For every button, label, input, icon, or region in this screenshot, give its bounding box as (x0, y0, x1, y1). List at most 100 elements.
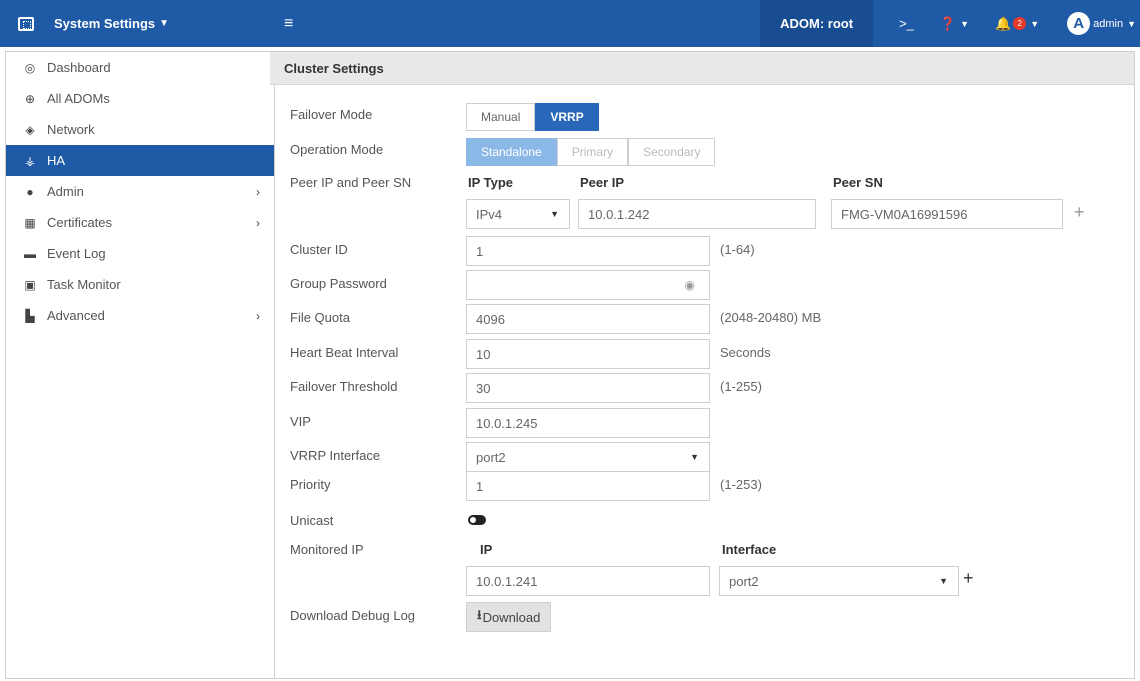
eye-icon[interactable]: ◉ (685, 278, 695, 292)
user-name: admin (1093, 17, 1124, 30)
priority-label: Priority (290, 477, 331, 492)
sidebar-item-certificates[interactable]: ▦ Certificates › (6, 207, 274, 238)
sidebar-item-advanced[interactable]: ▙ Advanced › (6, 300, 274, 331)
ip-type-select[interactable]: IPv4 ▼ (466, 199, 570, 229)
file-quota-label: File Quota (290, 310, 350, 325)
priority-hint: (1-253) (720, 477, 762, 492)
sidebar-item-all-adoms[interactable]: ⊕ All ADOMs (6, 83, 274, 114)
chevron-down-icon: ▼ (960, 18, 969, 29)
advanced-icon: ▙ (25, 308, 35, 323)
chevron-down-icon: ▼ (1030, 18, 1040, 29)
vip-label: VIP (290, 414, 311, 429)
chevron-down-icon: ▼ (939, 576, 948, 586)
sidebar-item-dashboard[interactable]: ◎ Dashboard (6, 52, 274, 83)
heartbeat-label: Heart Beat Interval (290, 345, 399, 360)
peer-sn-header: Peer SN (833, 175, 883, 190)
failover-mode-vrrp[interactable]: VRRP (535, 103, 599, 131)
chevron-down-icon: ▼ (550, 209, 559, 219)
chevron-down-icon: ▼ (690, 452, 699, 462)
hamburger-menu-icon[interactable]: ≡ (284, 15, 293, 33)
monitored-interface-select[interactable]: port2 ▼ (719, 566, 959, 596)
user-icon: ● (26, 184, 34, 199)
vip-input[interactable]: 10.0.1.245 (466, 408, 710, 438)
panel-title: Cluster Settings (270, 52, 1134, 85)
operation-mode-label: Operation Mode (290, 142, 384, 157)
operation-mode-toggle: Standalone Primary Secondary (466, 138, 716, 166)
peer-ip-input[interactable]: 10.0.1.242 (578, 199, 816, 229)
priority-input[interactable]: 1 (466, 471, 710, 501)
sidebar-item-label: Advanced (47, 308, 105, 323)
failover-mode-toggle: Manual VRRP (466, 103, 599, 131)
debug-log-label: Download Debug Log (290, 608, 416, 623)
app-menu[interactable]: System Settings ▼ (0, 0, 270, 47)
download-button-label: Download (482, 609, 541, 625)
avatar: A (1067, 12, 1091, 35)
terminal-icon: >_ (899, 16, 914, 31)
peer-label: Peer IP and Peer SN (290, 175, 412, 190)
cluster-id-hint: (1-64) (720, 242, 755, 257)
sidebar: ◎ Dashboard ⊕ All ADOMs ◈ Network ⚶ HA ●… (5, 51, 275, 679)
certificate-icon: ▦ (24, 215, 36, 230)
sidebar-item-admin[interactable]: ● Admin › (6, 176, 274, 207)
monitored-ip-header: IP (480, 542, 493, 557)
chevron-right-icon: › (256, 308, 260, 323)
sidebar-item-event-log[interactable]: ▬ Event Log (6, 238, 274, 269)
failover-mode-label: Failover Mode (290, 107, 373, 122)
failover-mode-manual[interactable]: Manual (466, 103, 536, 131)
help-icon: ❓ (939, 15, 957, 31)
ip-type-header: IP Type (468, 175, 514, 190)
download-icon: ⭳ (477, 607, 482, 622)
sidebar-item-label: Admin (47, 184, 84, 199)
file-quota-hint: (2048-20480) MB (720, 310, 822, 325)
network-icon: ◈ (25, 122, 35, 137)
help-button[interactable]: ❓ ▼ (940, 16, 969, 32)
group-password-input[interactable]: ◉ (466, 270, 710, 300)
monitored-ip-input[interactable]: 10.0.1.241 (466, 566, 710, 596)
cli-console-button[interactable]: >_ (899, 16, 914, 31)
monitor-icon: ▣ (24, 277, 36, 292)
unicast-toggle[interactable] (468, 515, 486, 525)
sidebar-item-task-monitor[interactable]: ▣ Task Monitor (6, 269, 274, 300)
chevron-right-icon: › (256, 215, 260, 230)
sidebar-item-label: Certificates (47, 215, 113, 230)
sidebar-item-label: HA (47, 153, 66, 168)
unicast-label: Unicast (290, 513, 334, 528)
chevron-right-icon: › (256, 184, 260, 199)
operation-mode-primary[interactable]: Primary (556, 138, 629, 166)
failover-threshold-input[interactable]: 30 (466, 373, 710, 403)
main-panel: Cluster Settings Failover Mode Manual VR… (270, 51, 1135, 679)
chevron-down-icon: ▼ (159, 18, 170, 29)
sidebar-item-label: Network (47, 122, 95, 137)
file-quota-input[interactable]: 4096 (466, 304, 710, 334)
notification-badge: 2 (1013, 17, 1027, 30)
ha-icon: ⚶ (24, 153, 36, 168)
operation-mode-secondary[interactable]: Secondary (628, 138, 716, 166)
notifications-button[interactable]: 🔔 2 ▼ (995, 16, 1039, 32)
failover-threshold-label: Failover Threshold (290, 379, 398, 394)
monitored-interface-value: port2 (729, 573, 759, 589)
group-password-label: Group Password (290, 276, 387, 291)
operation-mode-standalone[interactable]: Standalone (466, 138, 557, 166)
heartbeat-input[interactable]: 10 (466, 339, 710, 369)
sidebar-item-label: Event Log (47, 246, 106, 261)
sidebar-item-ha[interactable]: ⚶ HA (6, 145, 274, 176)
top-bar: System Settings ▼ ≡ ADOM: root >_ ❓ ▼ 🔔 2… (0, 0, 1140, 47)
add-peer-icon[interactable]: + (1074, 202, 1085, 223)
vrrp-interface-select[interactable]: port2 ▼ (466, 442, 710, 472)
app-title: System Settings (54, 16, 156, 31)
monitored-ip-label: Monitored IP (290, 542, 364, 557)
vrrp-interface-value: port2 (476, 449, 506, 465)
download-button[interactable]: ⭳ Download (466, 602, 552, 632)
globe-icon: ⊕ (24, 91, 36, 106)
add-monitored-ip-icon[interactable]: + (963, 568, 974, 589)
failover-threshold-hint: (1-255) (720, 379, 762, 394)
monitored-interface-header: Interface (722, 542, 777, 557)
sidebar-item-network[interactable]: ◈ Network (6, 114, 274, 145)
peer-ip-header: Peer IP (580, 175, 625, 190)
chevron-down-icon: ▼ (1127, 18, 1136, 29)
adom-selector[interactable]: ADOM: root (760, 0, 874, 47)
user-menu[interactable]: A admin ▼ (1067, 12, 1136, 35)
sidebar-item-label: All ADOMs (47, 91, 110, 106)
peer-sn-input[interactable]: FMG-VM0A16991596 (831, 199, 1063, 229)
cluster-id-input[interactable]: 1 (466, 236, 710, 266)
